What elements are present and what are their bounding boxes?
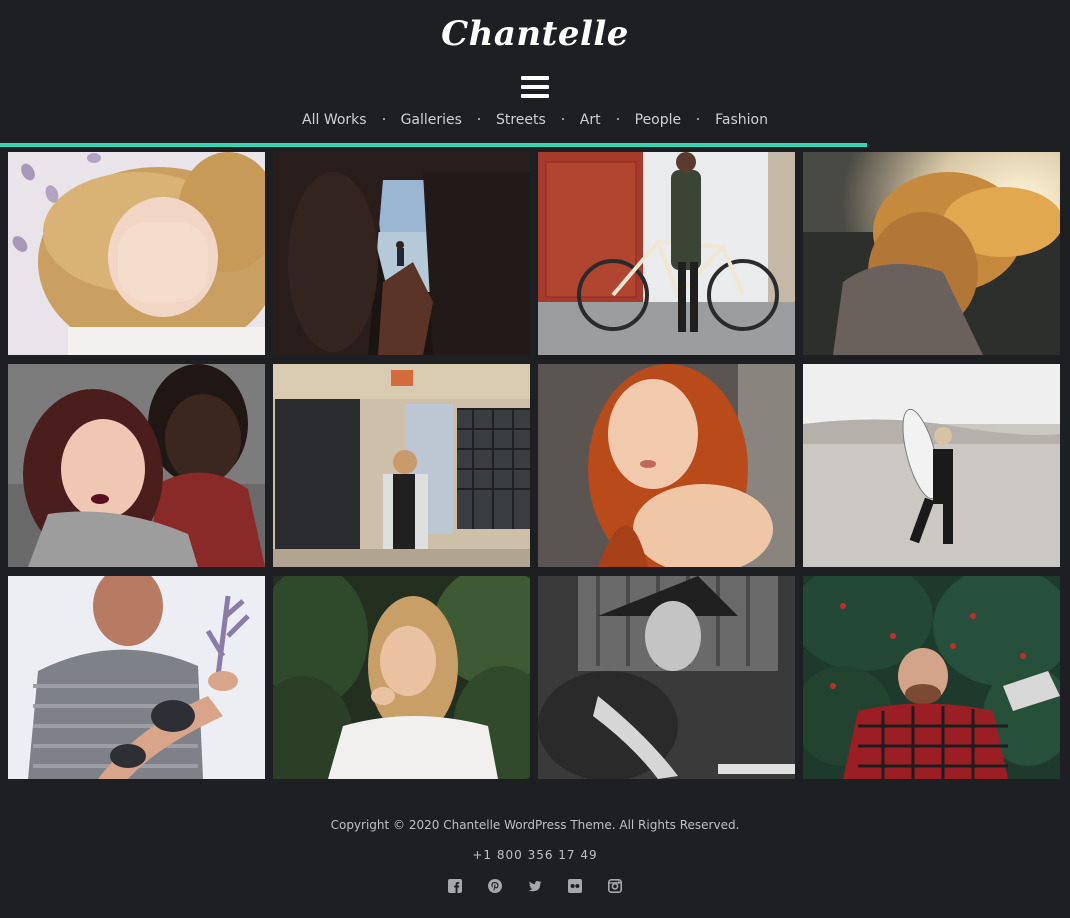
gallery-tile-man-in-holly-bush[interactable]: [803, 576, 1060, 779]
photo-woman-in-jungle: [273, 576, 530, 779]
gallery-tile-redhead-portrait[interactable]: [538, 364, 795, 567]
facebook-icon[interactable]: [448, 879, 462, 893]
photo-tattooed-man-with-plant: [8, 576, 265, 779]
scroll-progress-bar: [0, 143, 1070, 147]
photo-woman-at-doorway: [273, 364, 530, 567]
social-links: [448, 879, 624, 895]
gallery-tile-windblown-hair-sunset[interactable]: [803, 152, 1060, 355]
nav-item-art[interactable]: Art: [580, 112, 601, 128]
nav-separator: [561, 117, 564, 120]
gallery-tile-woman-at-doorway[interactable]: [273, 364, 530, 567]
gallery-tile-two-women-portrait[interactable]: [8, 364, 265, 567]
photo-man-in-canyon: [273, 152, 530, 355]
flickr-icon[interactable]: [568, 879, 582, 893]
gallery-tile-woman-covering-eyes[interactable]: [8, 152, 265, 355]
photo-woman-in-black-and-white: [538, 576, 795, 779]
site-logo[interactable]: Chantelle: [0, 14, 1070, 54]
nav-separator: [697, 117, 700, 120]
nav-item-streets[interactable]: Streets: [496, 112, 546, 128]
photo-woman-covering-eyes: [8, 152, 265, 355]
scroll-progress-fill: [0, 143, 867, 147]
gallery-tile-surfer-on-beach[interactable]: [803, 364, 1060, 567]
photo-two-women-portrait: [8, 364, 265, 567]
phone-number[interactable]: +1 800 356 17 49: [0, 848, 1070, 862]
nav-item-people[interactable]: People: [635, 112, 682, 128]
photo-man-in-holly-bush: [803, 576, 1060, 779]
gallery-tile-man-in-canyon[interactable]: [273, 152, 530, 355]
copyright-text: Copyright © 2020 Chantelle WordPress The…: [330, 818, 740, 832]
photo-woman-with-bicycle: [538, 152, 795, 355]
site-footer: Copyright © 2020 Chantelle WordPress The…: [0, 800, 1070, 918]
gallery-tile-woman-with-bicycle[interactable]: [538, 152, 795, 355]
photo-windblown-hair-sunset: [803, 152, 1060, 355]
twitter-icon[interactable]: [528, 879, 542, 893]
gallery-tile-tattooed-man-with-plant[interactable]: [8, 576, 265, 779]
photo-redhead-portrait: [538, 364, 795, 567]
photo-surfer-on-beach: [803, 364, 1060, 567]
nav-item-galleries[interactable]: Galleries: [401, 112, 462, 128]
nav-item-all-works[interactable]: All Works: [302, 112, 367, 128]
gallery-tile-woman-in-black-and-white[interactable]: [538, 576, 795, 779]
nav-item-fashion[interactable]: Fashion: [715, 112, 768, 128]
site-header: Chantelle All Works Galleries Streets Art Pe…: [0, 0, 1070, 148]
hamburger-menu-icon[interactable]: [521, 76, 549, 100]
main-nav: All Works Galleries Streets Art People Fashio…: [0, 112, 1070, 128]
nav-separator: [382, 117, 385, 120]
instagram-icon[interactable]: [608, 879, 622, 893]
pinterest-icon[interactable]: [488, 879, 502, 893]
gallery-tile-woman-in-jungle[interactable]: [273, 576, 530, 779]
nav-separator: [616, 117, 619, 120]
nav-separator: [477, 117, 480, 120]
